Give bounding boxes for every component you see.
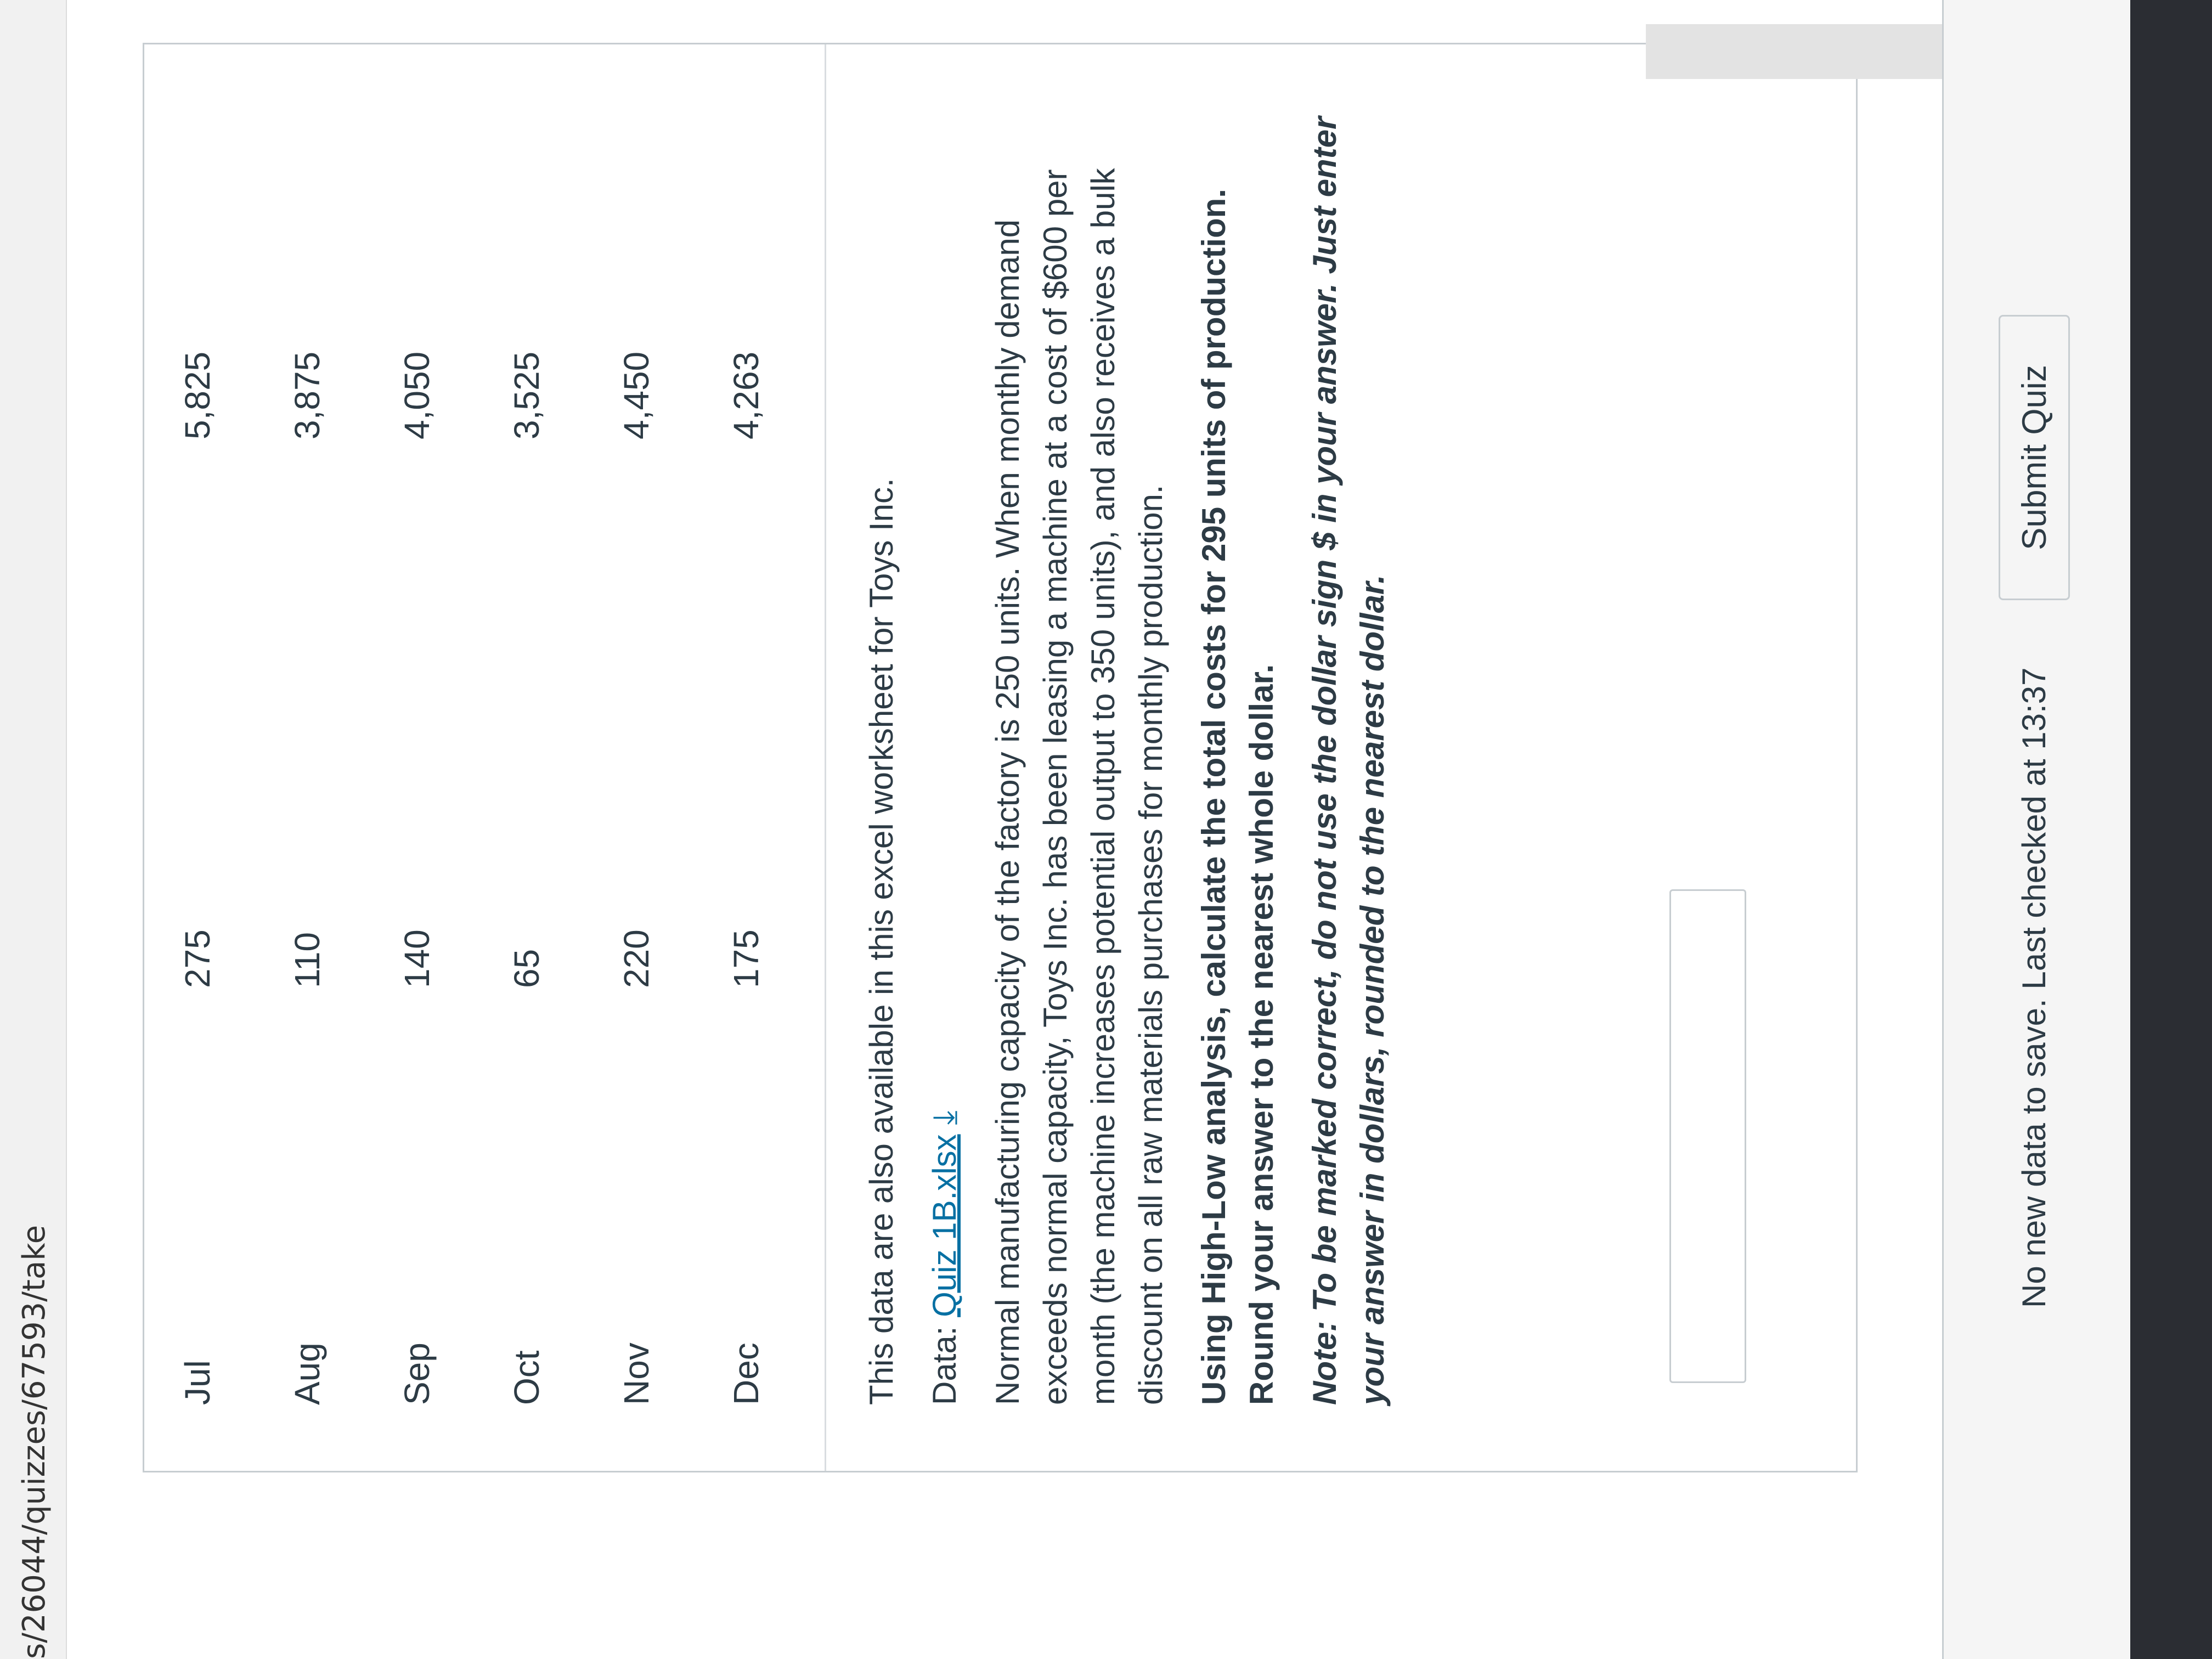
cost-cell: 3,525 <box>507 351 546 439</box>
cost-cell: 4,263 <box>726 351 766 439</box>
quiz-footer: No new data to save. Last checked at 13:… <box>1942 0 2130 1659</box>
intro-text: This data are also available in this exc… <box>863 478 900 1405</box>
table-row: Sep 140 4,050 <box>364 44 473 1471</box>
data-label: Data: <box>926 1326 963 1405</box>
table-row: Aug 110 3,875 <box>254 44 364 1471</box>
note-text: Note: To be marked correct, do not use t… <box>1306 116 1391 1405</box>
units-cell: 140 <box>397 929 437 988</box>
download-icon[interactable]: ⤓ <box>926 1110 963 1125</box>
submit-quiz-button[interactable]: Submit Quiz <box>1999 315 2070 600</box>
answer-input[interactable] <box>1669 889 1746 1383</box>
question-text: This data are also available in this exc… <box>857 99 1412 1405</box>
cost-cell: 5,825 <box>178 351 217 439</box>
month-cell: Nov <box>617 1342 656 1405</box>
cost-cell: 4,050 <box>397 351 437 439</box>
units-cell: 220 <box>617 929 656 988</box>
instruction-text: Using High-Low analysis, calculate the t… <box>1195 189 1280 1405</box>
address-bar[interactable]: s/26044/quizzes/67593/take <box>0 0 67 1659</box>
table-row: Nov 220 4,450 <box>583 44 693 1471</box>
screen: era ecis op an our s/26044/quizzes/67593… <box>0 0 2212 1659</box>
cost-cell: 4,450 <box>617 351 656 439</box>
units-cell: 175 <box>726 929 766 988</box>
excel-file-link[interactable]: Quiz 1B.xlsx <box>926 1134 963 1317</box>
monitor-bezel <box>2129 0 2212 1659</box>
question-panel: Jul 275 5,825 Aug 110 3,875 Sep 140 4,05… <box>143 43 1858 1472</box>
table-row: Dec 175 4,263 <box>693 44 803 1471</box>
units-cell: 110 <box>287 932 327 988</box>
month-cell: Sep <box>397 1342 437 1405</box>
table-row: Jul 275 5,825 <box>144 44 254 1471</box>
quiz-page: s/26044/quizzes/67593/take Jul 275 5,825… <box>0 0 2130 1659</box>
month-cell: Oct <box>507 1350 546 1405</box>
table-row: Oct 65 3,525 <box>473 44 583 1471</box>
units-cell: 275 <box>178 929 217 988</box>
month-cell: Aug <box>287 1342 327 1405</box>
units-cell: 65 <box>507 949 546 988</box>
scrollbar[interactable] <box>1646 24 1942 79</box>
month-cell: Dec <box>726 1342 766 1405</box>
scenario-paragraph: Normal manufacturing capacity of the fac… <box>989 168 1169 1405</box>
url-text: s/26044/quizzes/67593/take <box>16 1224 52 1659</box>
cost-cell: 3,875 <box>287 351 327 439</box>
month-cell: Jul <box>178 1360 217 1405</box>
save-status: No new data to save. Last checked at 13:… <box>2016 667 2052 1308</box>
data-line: Data: Quiz 1B.xlsx ⤓ <box>921 99 968 1405</box>
divider <box>825 44 826 1471</box>
